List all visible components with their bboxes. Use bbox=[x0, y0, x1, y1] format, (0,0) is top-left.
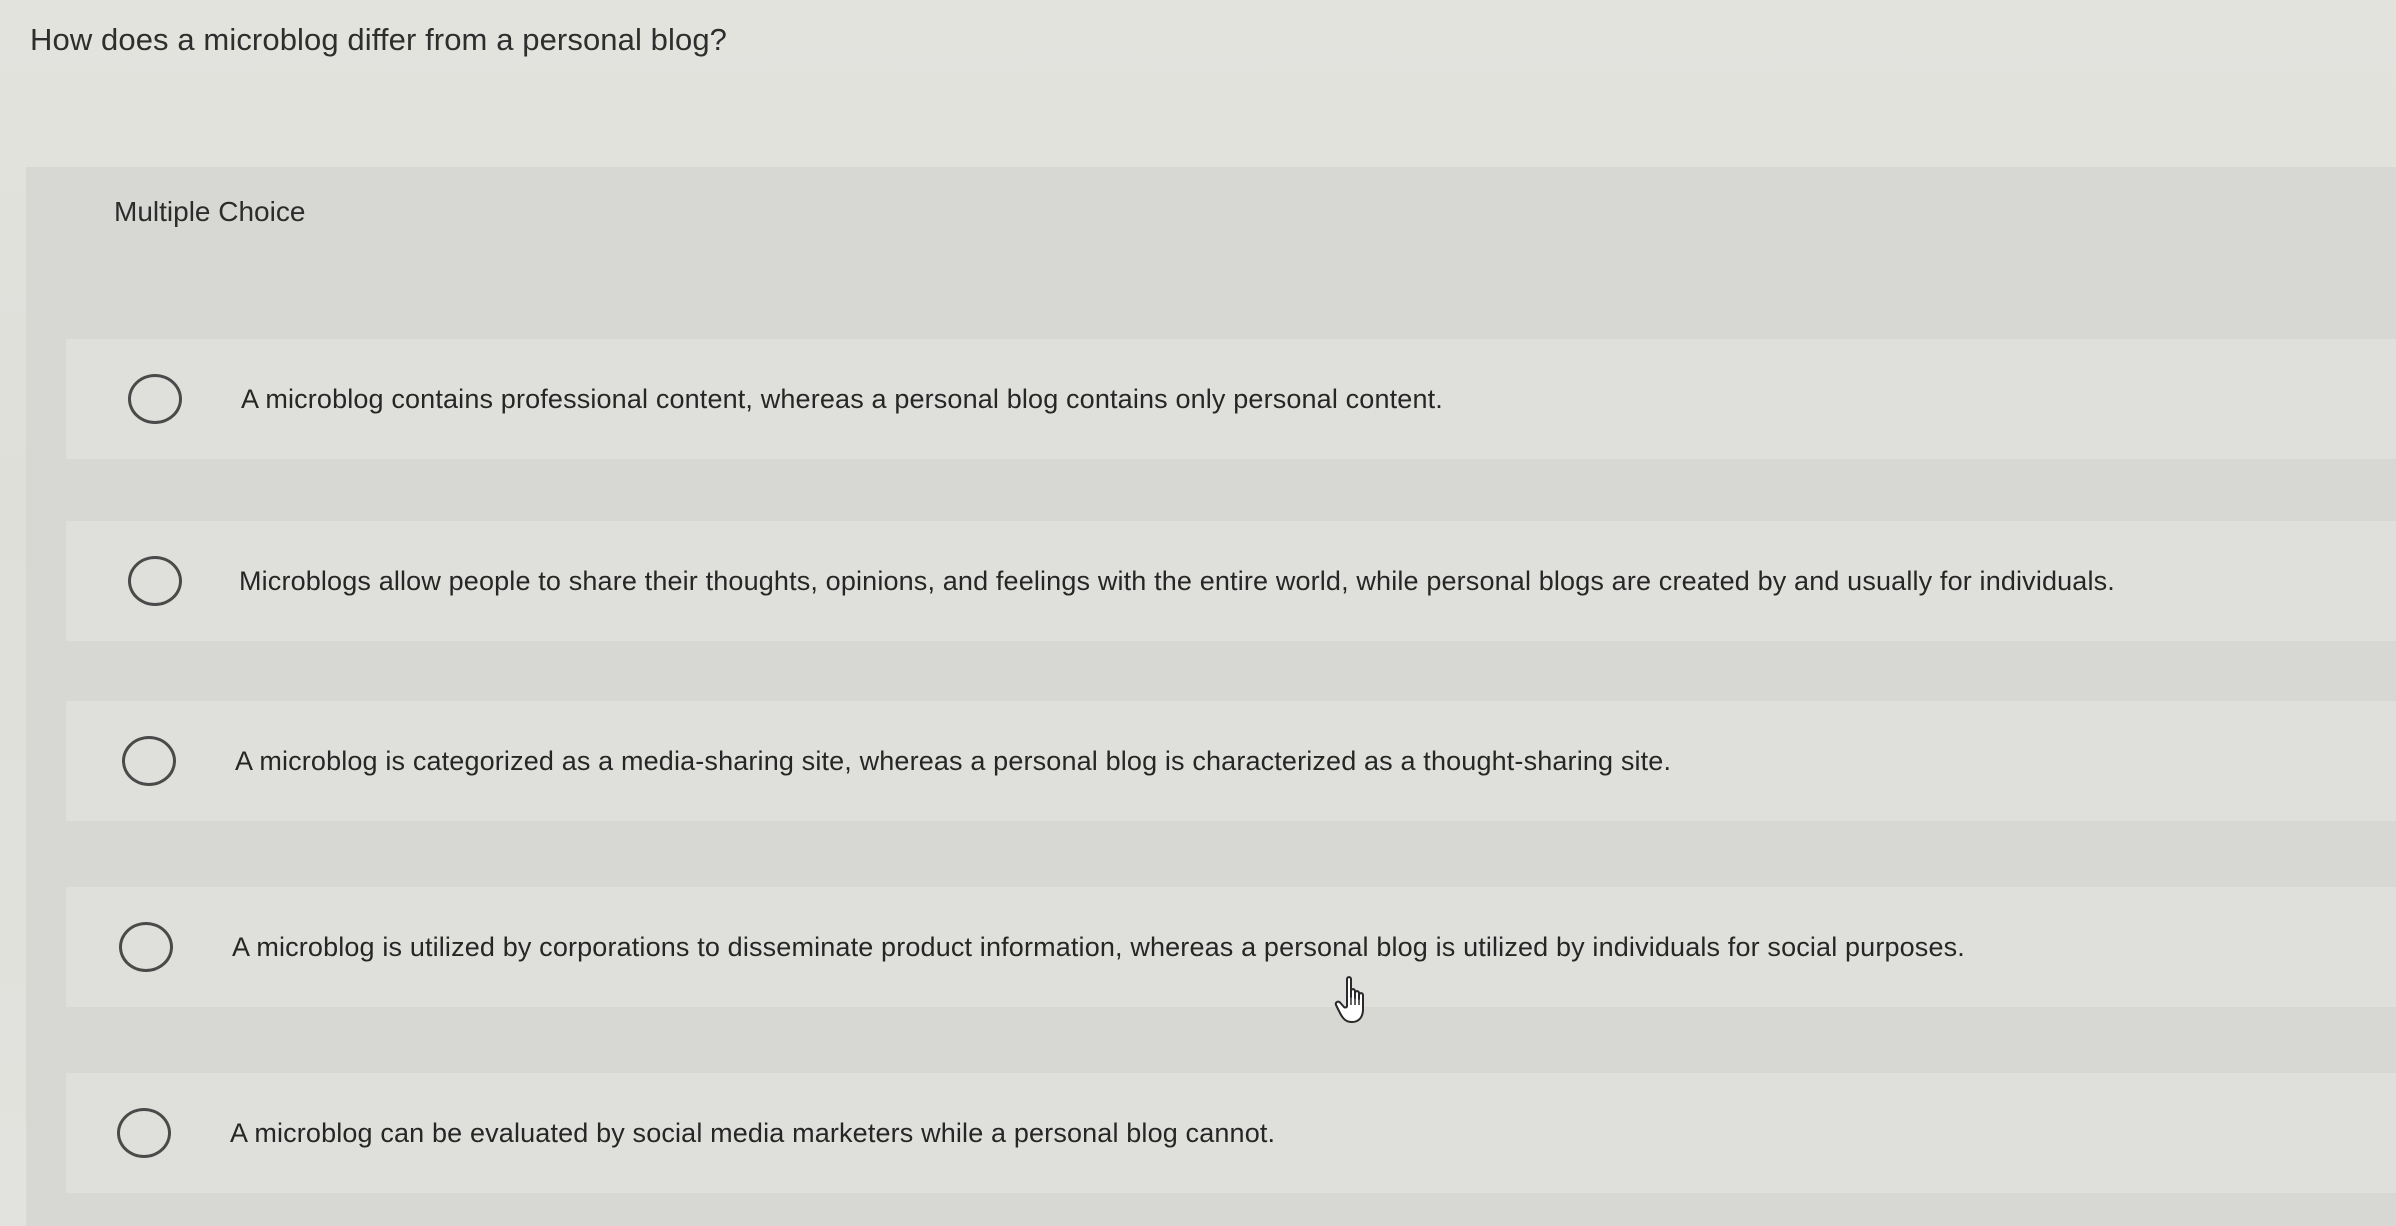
hand-pointer-icon bbox=[1334, 976, 1364, 1023]
answer-panel bbox=[26, 167, 2396, 1226]
radio-button-icon[interactable] bbox=[117, 1108, 171, 1158]
answer-option-label: A microblog is utilized by corporations … bbox=[232, 931, 1965, 962]
radio-button-icon[interactable] bbox=[122, 736, 176, 786]
answer-option-4[interactable]: A microblog is utilized by corporations … bbox=[66, 887, 2396, 1007]
question-text: How does a microblog differ from a perso… bbox=[30, 22, 728, 57]
answer-option-3[interactable]: A microblog is categorized as a media-sh… bbox=[66, 701, 2396, 821]
answer-option-label: A microblog can be evaluated by social m… bbox=[230, 1117, 1276, 1148]
radio-button-icon[interactable] bbox=[128, 374, 182, 424]
radio-button-icon[interactable] bbox=[128, 556, 182, 606]
answer-option-1[interactable]: A microblog contains professional conten… bbox=[66, 339, 2396, 459]
answer-option-5[interactable]: A microblog can be evaluated by social m… bbox=[66, 1073, 2396, 1193]
answer-option-label: A microblog contains professional conten… bbox=[241, 383, 1443, 414]
answer-option-2[interactable]: Microblogs allow people to share their t… bbox=[66, 521, 2396, 641]
radio-button-icon[interactable] bbox=[119, 922, 173, 972]
answer-option-label: A microblog is categorized as a media-sh… bbox=[235, 745, 1672, 776]
question-type-label: Multiple Choice bbox=[114, 196, 306, 227]
answer-option-label: Microblogs allow people to share their t… bbox=[239, 565, 2115, 596]
